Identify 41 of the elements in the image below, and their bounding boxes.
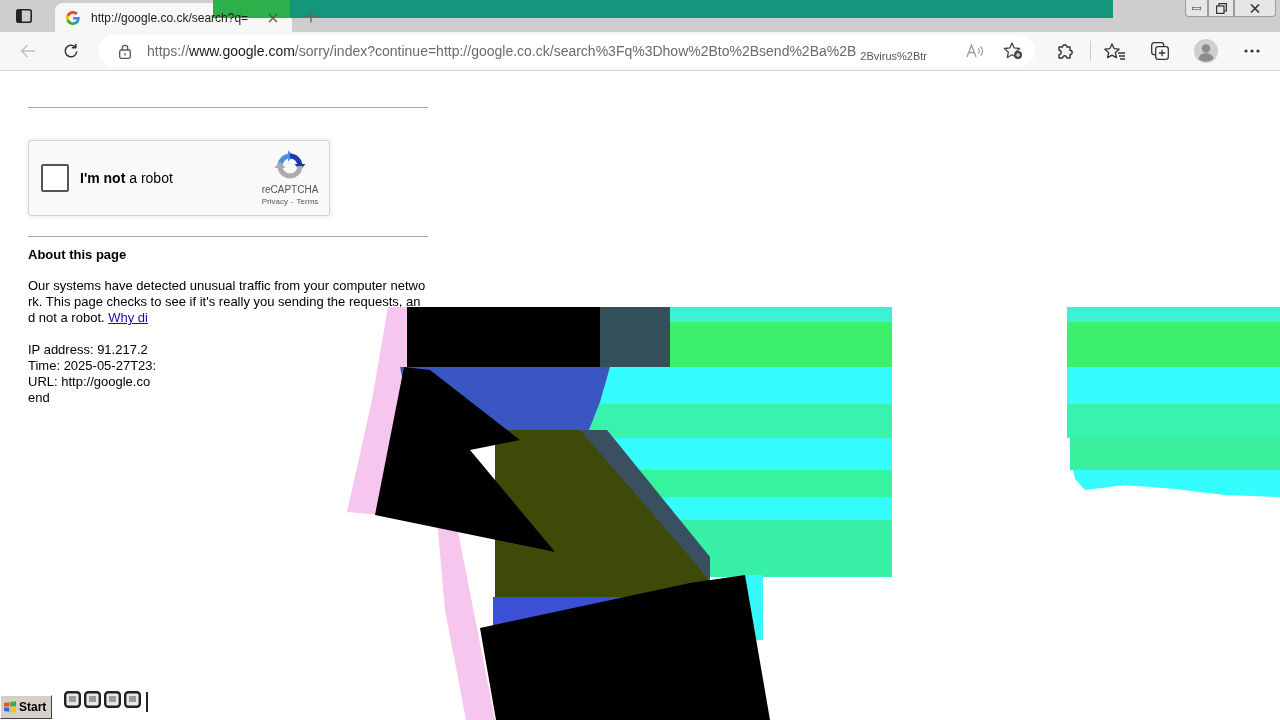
close-icon (1250, 3, 1260, 13)
stacked-squares-plus-icon[interactable] (1151, 42, 1169, 60)
separator-text: - (290, 196, 294, 207)
windows-flag-icon (3, 701, 17, 713)
captcha-label: I'm not a robot (80, 168, 173, 188)
reload-icon[interactable] (63, 43, 79, 59)
quick-launch-icon[interactable] (64, 691, 81, 708)
vertical-tabs-icon[interactable] (16, 9, 32, 23)
why-link[interactable]: Why di (108, 310, 148, 325)
plus-icon[interactable] (304, 9, 318, 23)
about-heading: About this page (28, 247, 127, 263)
privacy-link[interactable]: Privacy (261, 196, 288, 207)
restore-icon (1215, 2, 1227, 14)
lock-icon (119, 43, 131, 59)
close-icon[interactable] (268, 12, 278, 23)
captcha-checkbox[interactable] (41, 164, 69, 192)
star-plus-icon[interactable] (1003, 42, 1023, 60)
quick-launch-icon[interactable] (84, 691, 101, 708)
brand-text: reCAPTCHA (261, 183, 319, 196)
quick-launch-icon[interactable] (124, 691, 141, 708)
quick-launch-icon[interactable] (104, 691, 121, 708)
tab-title: http://google.co.ck/search?q= (91, 9, 249, 26)
read-aloud-icon[interactable] (966, 44, 984, 58)
avatar-icon[interactable] (1194, 39, 1218, 63)
restore-button[interactable] (1208, 0, 1234, 17)
detail-line: URL: http://google.co (28, 374, 151, 390)
minimize-icon (1192, 6, 1201, 10)
star-list-icon[interactable] (1104, 42, 1126, 60)
more-icon[interactable] (1244, 49, 1260, 53)
about-paragraph: Our systems have detected unusual traffic from your computer network. This page checks to see if it's really you sending the requests, and not a robot. Why di (28, 278, 426, 326)
ghost-url-text: 2Bvirus%2Btr (860, 50, 927, 63)
start-button[interactable]: Start (0, 695, 52, 719)
detail-line: IP address: 91.217.2 (28, 342, 148, 358)
close-button[interactable] (1234, 0, 1276, 17)
google-g-icon (66, 10, 80, 25)
url-text[interactable]: https://www.google.com/sorry/index?continue=http://google.co.ck/search%3Fq%3Dhow%2Bto%2Bsend%2Ba%2B (147, 42, 857, 60)
detail-line: end (28, 390, 50, 406)
puzzle-icon[interactable] (1057, 42, 1075, 60)
address-bar[interactable]: https://www.google.com/sorry/index?continue=http://google.co.ck/search%3Fq%3Dhow%2Bto%2Bsend%2Ba%2B 2Bvirus%2Btr (98, 35, 1035, 67)
terms-link[interactable]: Terms (296, 196, 319, 207)
detail-line: Time: 2025-05-27T23: (28, 358, 157, 374)
